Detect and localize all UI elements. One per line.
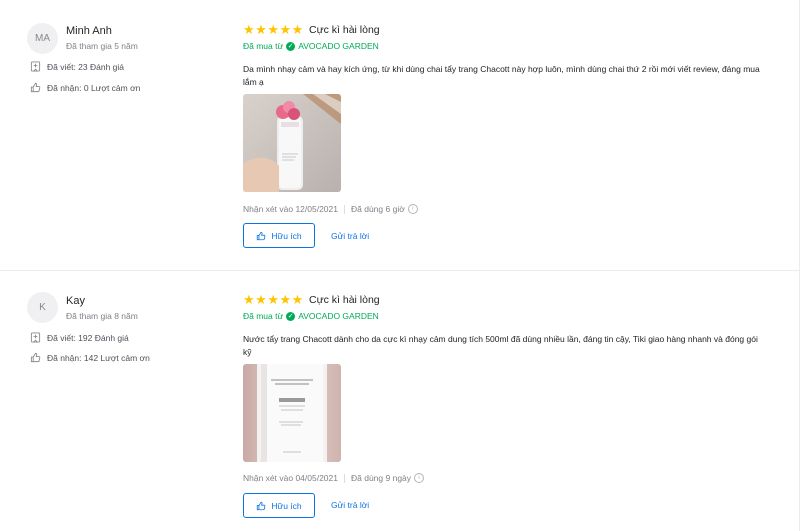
helpful-button[interactable]: Hữu ích (243, 223, 315, 248)
seller-name: AVOCADO GARDEN (298, 41, 379, 51)
thumbs-up-icon (30, 352, 41, 363)
reviewer-name: Minh Anh (66, 25, 112, 37)
helpful-label: Hữu ích (271, 230, 302, 241)
product-photo-image (243, 364, 341, 462)
reply-link[interactable]: Gửi trả lời (331, 500, 369, 510)
review-content: Da mình nhạy cảm và hay kích ứng, từ khi… (243, 64, 760, 87)
joined-duration: Đã tham gia 8 năm (66, 311, 138, 321)
usage-duration: Đã dùng 9 ngày (351, 473, 412, 483)
document-icon (30, 332, 41, 343)
star-icon: ★ (255, 22, 267, 37)
rating-stars: ★ ★ ★ ★ ★ (243, 293, 304, 306)
thumbs-up-icon (257, 501, 266, 510)
review-date: Nhận xét vào 12/05/2021 (243, 204, 338, 214)
usage-duration: Đã dùng 6 giờ (351, 204, 405, 214)
purchase-source: Đã mua từ ✓ AVOCADO GARDEN (243, 311, 379, 321)
star-icon: ★ (279, 22, 292, 37)
review-item: MA Minh Anh Đã tham gia 5 năm Đã viết: 2… (0, 0, 800, 271)
review-meta: Nhận xét vào 12/05/2021 Đã dùng 6 giờ i (243, 204, 418, 214)
reply-link[interactable]: Gửi trả lời (331, 231, 369, 241)
star-icon: ★ (279, 292, 292, 307)
review-photo[interactable] (243, 94, 341, 192)
written-count: Đã viết: 192 Đánh giá (47, 332, 129, 343)
document-icon (30, 61, 41, 72)
avatar: K (27, 292, 58, 323)
helpful-button[interactable]: Hữu ích (243, 493, 315, 518)
star-icon: ★ (267, 292, 279, 307)
rating-title: Cực kì hài lòng (309, 294, 380, 306)
product-photo-image (243, 94, 341, 192)
rating-stars: ★ ★ ★ ★ ★ (243, 23, 304, 36)
written-count: Đã viết: 23 Đánh giá (47, 61, 125, 72)
rating-title: Cực kì hài lòng (309, 24, 380, 36)
info-icon[interactable]: i (414, 473, 425, 483)
purchase-source: Đã mua từ ✓ AVOCADO GARDEN (243, 41, 379, 51)
thumbs-up-icon (30, 82, 41, 93)
star-icon: ★ (291, 292, 304, 307)
star-icon: ★ (267, 22, 279, 37)
meta-divider (344, 204, 345, 214)
thanks-count: Đã nhận: 142 Lượt cảm ơn (47, 352, 150, 363)
joined-duration: Đã tham gia 5 năm (66, 41, 138, 51)
review-photo[interactable] (243, 364, 341, 462)
stat-written: Đã viết: 192 Đánh giá (30, 332, 129, 343)
stat-thanks: Đã nhận: 142 Lượt cảm ơn (30, 352, 150, 363)
reviewer-name: Kay (66, 295, 85, 307)
thanks-count: Đã nhận: 0 Lượt cảm ơn (47, 82, 141, 93)
review-content: Nước tẩy trang Chacott dành cho da cực k… (243, 334, 758, 357)
check-circle-icon: ✓ (286, 41, 296, 51)
seller-name: AVOCADO GARDEN (298, 311, 379, 321)
stat-thanks: Đã nhận: 0 Lượt cảm ơn (30, 82, 140, 93)
meta-divider (344, 473, 345, 483)
thumbs-up-icon (257, 231, 266, 240)
purchase-prefix: Đã mua từ (243, 41, 284, 51)
info-icon[interactable]: i (407, 204, 418, 214)
avatar: MA (27, 23, 58, 54)
check-circle-icon: ✓ (286, 311, 296, 321)
review-meta: Nhận xét vào 04/05/2021 Đã dùng 9 ngày i (243, 473, 425, 483)
stat-written: Đã viết: 23 Đánh giá (30, 61, 124, 72)
star-icon: ★ (243, 292, 255, 307)
star-icon: ★ (291, 22, 304, 37)
purchase-prefix: Đã mua từ (243, 311, 284, 321)
star-icon: ★ (243, 22, 255, 37)
star-icon: ★ (255, 292, 267, 307)
review-date: Nhận xét vào 04/05/2021 (243, 473, 338, 483)
review-item: K Kay Đã tham gia 8 năm Đã viết: 192 Đán… (0, 271, 800, 531)
helpful-label: Hữu ích (271, 500, 302, 511)
